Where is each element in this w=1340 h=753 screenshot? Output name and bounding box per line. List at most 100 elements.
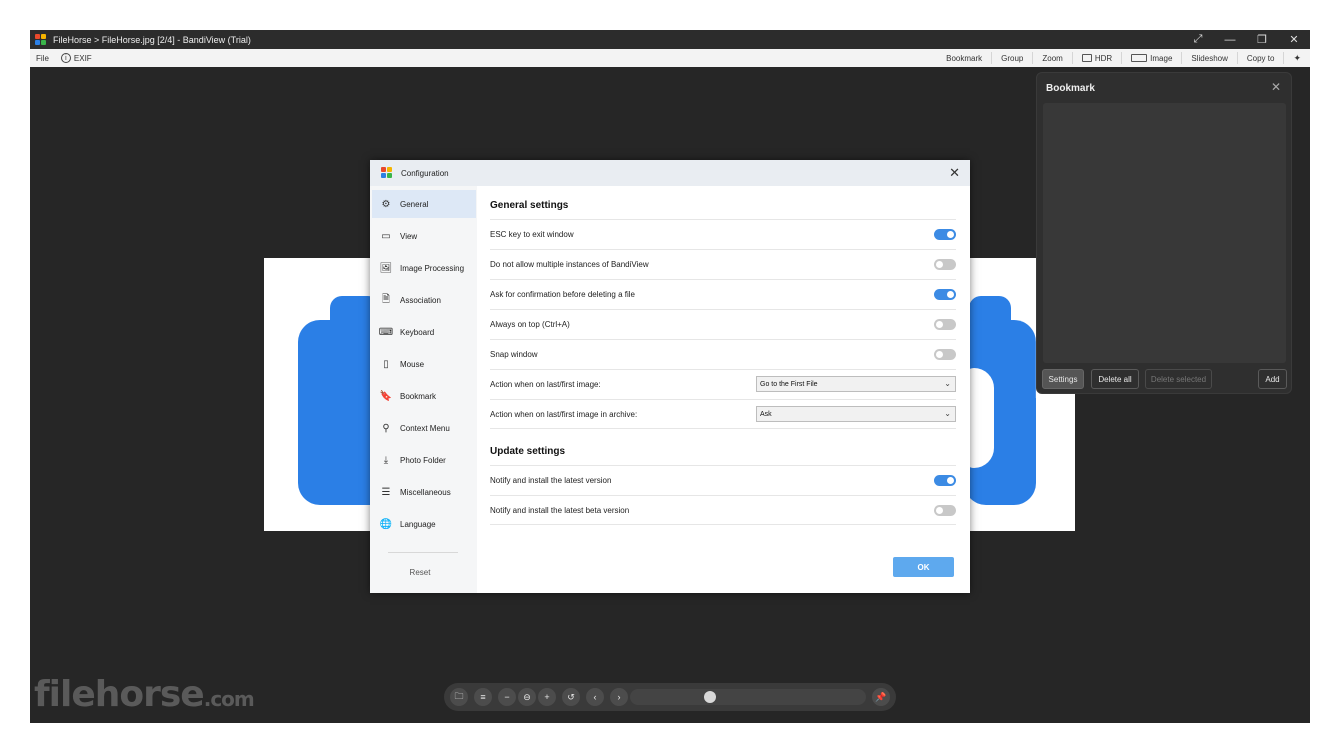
filehorse-watermark: filehorse.com — [34, 674, 255, 715]
menu-zoom[interactable]: Zoom — [1032, 52, 1071, 64]
close-icon[interactable]: ✕ — [1271, 80, 1281, 94]
menu-bar: File i EXIF Bookmark Group Zoom HDR Imag… — [30, 49, 1310, 67]
zoom-out-line-icon[interactable]: − — [498, 688, 516, 706]
always-on-top-toggle[interactable] — [934, 319, 956, 330]
sidebar-item-label: Keyboard — [400, 327, 435, 337]
sidebar-item-association[interactable]: 🗎 Association — [372, 286, 476, 314]
slider-knob[interactable] — [704, 691, 716, 703]
menu-file[interactable]: File — [30, 54, 55, 63]
setting-row: Action when on last/first image: Go to t… — [490, 369, 956, 399]
setting-row: Do not allow multiple instances of Bandi… — [490, 249, 956, 279]
sidebar-item-label: Association — [400, 295, 441, 305]
settings-sidebar: ⚙ General ▭ View 🖼 Image Processing 🗎 As… — [370, 186, 477, 593]
sidebar-item-label: General — [400, 199, 429, 209]
setting-label: Action when on last/first image in archi… — [490, 409, 638, 419]
sidebar-item-mouse[interactable]: ▯ Mouse — [372, 350, 476, 378]
setting-label: Always on top (Ctrl+A) — [490, 320, 570, 329]
bookmark-list[interactable] — [1043, 103, 1286, 363]
select-value: Ask — [760, 410, 772, 418]
list-icon[interactable]: ≡ — [474, 688, 492, 706]
menu-slideshow[interactable]: Slideshow — [1181, 52, 1236, 64]
general-settings-panel: General settings ESC key to exit window … — [490, 186, 956, 593]
sidebar-item-label: View — [400, 231, 418, 241]
sidebar-item-image-processing[interactable]: 🖼 Image Processing — [372, 254, 476, 282]
menu-exif[interactable]: i EXIF — [55, 53, 98, 63]
gear-icon: ⚙ — [381, 198, 391, 210]
fullscreen-icon[interactable]: ⤢ — [1182, 30, 1214, 49]
auto-update-toggle[interactable] — [934, 475, 956, 486]
delete-selected-button[interactable]: Delete selected — [1145, 369, 1212, 389]
zoom-out-icon[interactable]: ⊖ — [518, 688, 536, 706]
sidebar-item-keyboard[interactable]: ⌨ Keyboard — [372, 318, 476, 346]
screen-icon: ▭ — [381, 230, 391, 242]
watermark-suffix: .com — [203, 687, 255, 711]
sidebar-item-miscellaneous[interactable]: ☰ Miscellaneous — [372, 478, 476, 506]
sidebar-item-label: Bookmark — [400, 391, 437, 401]
setting-label: Notify and install the latest version — [490, 476, 612, 485]
window-controls: ⤢ — ❐ ✕ — [1182, 30, 1310, 49]
menu-bookmark[interactable]: Bookmark — [937, 52, 991, 64]
next-icon[interactable]: › — [610, 688, 628, 706]
setting-label: Action when on last/first image: — [490, 380, 601, 389]
bandiview-window: FileHorse > FileHorse.jpg [2/4] - BandiV… — [30, 30, 1310, 723]
dialog-header: Configuration ✕ — [370, 160, 970, 186]
document-icon: 🗎 — [381, 293, 391, 305]
sidebar-item-label: Language — [400, 519, 436, 529]
sidebar-item-view[interactable]: ▭ View — [372, 222, 476, 250]
general-settings-title: General settings — [490, 200, 569, 211]
prev-icon[interactable]: ‹ — [586, 688, 604, 706]
archive-action-select[interactable]: Ask ⌄ — [756, 406, 956, 422]
confirm-delete-toggle[interactable] — [934, 289, 956, 300]
setting-label: Notify and install the latest beta versi… — [490, 505, 630, 515]
chevron-down-icon: ⌄ — [944, 379, 951, 388]
sidebar-item-context-menu[interactable]: ⚲ Context Menu — [372, 414, 476, 442]
globe-icon: 🌐 — [379, 518, 393, 530]
ok-button[interactable]: OK — [893, 557, 954, 577]
maximize-icon[interactable]: ❐ — [1246, 30, 1278, 49]
snap-window-toggle[interactable] — [934, 349, 956, 360]
pin-icon[interactable]: ✦ — [1283, 52, 1310, 64]
sidebar-item-bookmark[interactable]: 🔖 Bookmark — [372, 382, 476, 410]
window-title: FileHorse > FileHorse.jpg [2/4] - BandiV… — [53, 34, 251, 45]
sidebar-item-label: Context Menu — [400, 423, 450, 433]
setting-label: Snap window — [490, 350, 538, 359]
hdr-icon — [1081, 54, 1092, 62]
menu-hdr[interactable]: HDR — [1071, 52, 1121, 64]
keyboard-icon: ⌨ — [378, 326, 394, 338]
sidebar-item-general[interactable]: ⚙ General — [372, 190, 476, 218]
minimize-icon[interactable]: — — [1214, 30, 1246, 49]
menu-group[interactable]: Group — [991, 52, 1032, 64]
setting-label: Do not allow multiple instances of Bandi… — [490, 260, 649, 269]
close-icon[interactable]: ✕ — [1278, 30, 1310, 49]
menu-copy-to[interactable]: Copy to — [1236, 52, 1284, 64]
chevron-down-icon: ⌄ — [944, 409, 951, 418]
close-icon[interactable]: ✕ — [949, 165, 960, 181]
setting-row: Ask for confirmation before deleting a f… — [490, 279, 956, 309]
sidebar-item-label: Mouse — [400, 359, 425, 369]
beta-update-toggle[interactable] — [934, 505, 956, 516]
bookmark-settings-button[interactable]: Settings — [1042, 369, 1084, 389]
zoom-in-icon[interactable]: + — [538, 688, 556, 706]
sidebar-item-photo-folder[interactable]: ⤓ Photo Folder — [372, 446, 476, 474]
delete-all-button[interactable]: Delete all — [1091, 369, 1139, 389]
folder-icon[interactable]: 🗀 — [450, 688, 468, 706]
esc-exit-toggle[interactable] — [934, 229, 956, 240]
search-icon: ⚲ — [382, 422, 390, 434]
image-frame-icon — [1131, 54, 1148, 62]
menu-image[interactable]: Image — [1121, 52, 1181, 64]
rotate-icon[interactable]: ↺ — [562, 688, 580, 706]
divider — [388, 552, 458, 553]
sidebar-item-label: Miscellaneous — [400, 487, 451, 497]
sidebar-item-label: Image Processing — [400, 263, 465, 273]
sidebar-item-language[interactable]: 🌐 Language — [372, 510, 476, 538]
reset-button[interactable]: Reset — [370, 568, 470, 577]
pin-icon[interactable]: 📌 — [872, 688, 890, 706]
add-bookmark-button[interactable]: Add — [1258, 369, 1287, 389]
last-image-action-select[interactable]: Go to the First File ⌄ — [756, 376, 956, 392]
image-position-slider[interactable] — [630, 689, 866, 705]
single-instance-toggle[interactable] — [934, 259, 956, 270]
setting-row: Notify and install the latest version — [490, 465, 956, 495]
watermark-text: filehorse — [34, 674, 205, 715]
title-bar: FileHorse > FileHorse.jpg [2/4] - BandiV… — [30, 30, 1310, 49]
setting-row: Action when on last/first image in archi… — [490, 399, 956, 429]
